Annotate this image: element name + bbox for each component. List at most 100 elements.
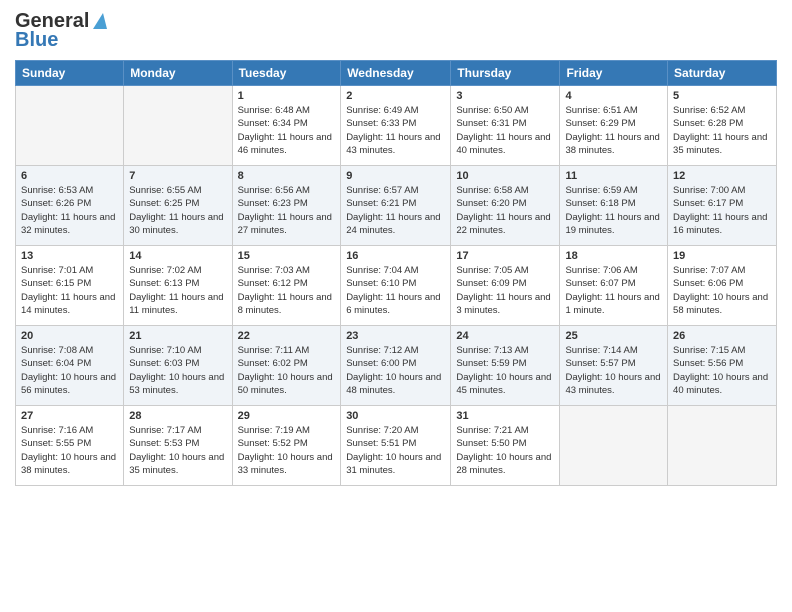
day-number: 20 bbox=[21, 330, 118, 342]
day-cell-14: 14 Sunrise: 7:02 AM Sunset: 6:13 PM Dayli… bbox=[124, 246, 232, 326]
day-info: Sunrise: 7:05 AM Sunset: 6:09 PM Dayligh… bbox=[456, 264, 554, 317]
day-info: Sunrise: 7:12 AM Sunset: 6:00 PM Dayligh… bbox=[346, 344, 445, 397]
day-cell-1: 1Sunrise: 6:48 AM Sunset: 6:34 PM Daylig… bbox=[232, 86, 341, 166]
day-info: Sunrise: 7:01 AM Sunset: 6:15 PM Dayligh… bbox=[21, 264, 118, 317]
day-info: Sunrise: 7:06 AM Sunset: 6:07 PM Dayligh… bbox=[565, 264, 662, 317]
day-number: 18 bbox=[565, 250, 662, 262]
calendar: SundayMondayTuesdayWednesdayThursdayFrid… bbox=[15, 60, 777, 486]
day-cell-25: 25 Sunrise: 7:14 AM Sunset: 5:57 PM Dayli… bbox=[560, 326, 668, 406]
day-cell-23: 23 Sunrise: 7:12 AM Sunset: 6:00 PM Dayli… bbox=[341, 326, 451, 406]
day-number: 27 bbox=[21, 410, 118, 422]
day-info: Sunrise: 7:16 AM Sunset: 5:55 PM Dayligh… bbox=[21, 424, 118, 477]
day-info: Sunrise: 7:17 AM Sunset: 5:53 PM Dayligh… bbox=[129, 424, 226, 477]
day-info: Sunrise: 7:08 AM Sunset: 6:04 PM Dayligh… bbox=[21, 344, 118, 397]
day-number: 25 bbox=[565, 330, 662, 342]
week-row-5: 27 Sunrise: 7:16 AM Sunset: 5:55 PM Dayli… bbox=[16, 406, 777, 486]
page: General Blue SundayMondayTuesdayWednesda… bbox=[0, 0, 792, 612]
day-number: 15 bbox=[238, 250, 336, 262]
day-info: Sunrise: 7:02 AM Sunset: 6:13 PM Dayligh… bbox=[129, 264, 226, 317]
day-cell-12: 12Sunrise: 7:00 AM Sunset: 6:17 PM Dayli… bbox=[668, 166, 777, 246]
day-cell-2: 2Sunrise: 6:49 AM Sunset: 6:33 PM Daylig… bbox=[341, 86, 451, 166]
day-info: Sunrise: 7:13 AM Sunset: 5:59 PM Dayligh… bbox=[456, 344, 554, 397]
day-cell-15: 15 Sunrise: 7:03 AM Sunset: 6:12 PM Dayli… bbox=[232, 246, 341, 326]
day-number: 31 bbox=[456, 410, 554, 422]
weekday-header-sunday: Sunday bbox=[16, 61, 124, 86]
day-info: Sunrise: 6:50 AM Sunset: 6:31 PM Dayligh… bbox=[456, 104, 554, 157]
weekday-header-thursday: Thursday bbox=[451, 61, 560, 86]
empty-cell bbox=[560, 406, 668, 486]
day-info: Sunrise: 6:52 AM Sunset: 6:28 PM Dayligh… bbox=[673, 104, 771, 157]
day-number: 9 bbox=[346, 170, 445, 182]
day-cell-20: 20 Sunrise: 7:08 AM Sunset: 6:04 PM Dayli… bbox=[16, 326, 124, 406]
day-cell-21: 21Sunrise: 7:10 AM Sunset: 6:03 PM Dayli… bbox=[124, 326, 232, 406]
day-cell-26: 26 Sunrise: 7:15 AM Sunset: 5:56 PM Dayli… bbox=[668, 326, 777, 406]
day-cell-11: 11Sunrise: 6:59 AM Sunset: 6:18 PM Dayli… bbox=[560, 166, 668, 246]
day-cell-13: 13 Sunrise: 7:01 AM Sunset: 6:15 PM Dayli… bbox=[16, 246, 124, 326]
day-number: 29 bbox=[238, 410, 336, 422]
empty-cell bbox=[668, 406, 777, 486]
week-row-2: 6 Sunrise: 6:53 AM Sunset: 6:26 PM Daylig… bbox=[16, 166, 777, 246]
day-cell-8: 8Sunrise: 6:56 AM Sunset: 6:23 PM Daylig… bbox=[232, 166, 341, 246]
weekday-header-row: SundayMondayTuesdayWednesdayThursdayFrid… bbox=[16, 61, 777, 86]
day-info: Sunrise: 7:20 AM Sunset: 5:51 PM Dayligh… bbox=[346, 424, 445, 477]
day-number: 22 bbox=[238, 330, 336, 342]
day-info: Sunrise: 7:03 AM Sunset: 6:12 PM Dayligh… bbox=[238, 264, 336, 317]
day-number: 7 bbox=[129, 170, 226, 182]
day-info: Sunrise: 7:04 AM Sunset: 6:10 PM Dayligh… bbox=[346, 264, 445, 317]
day-cell-27: 27 Sunrise: 7:16 AM Sunset: 5:55 PM Dayli… bbox=[16, 406, 124, 486]
day-info: Sunrise: 7:11 AM Sunset: 6:02 PM Dayligh… bbox=[238, 344, 336, 397]
day-number: 23 bbox=[346, 330, 445, 342]
weekday-header-friday: Friday bbox=[560, 61, 668, 86]
day-number: 10 bbox=[456, 170, 554, 182]
header: General Blue bbox=[15, 10, 777, 52]
day-cell-30: 30 Sunrise: 7:20 AM Sunset: 5:51 PM Dayli… bbox=[341, 406, 451, 486]
day-info: Sunrise: 6:51 AM Sunset: 6:29 PM Dayligh… bbox=[565, 104, 662, 157]
weekday-header-monday: Monday bbox=[124, 61, 232, 86]
logo-blue: Blue bbox=[15, 29, 58, 52]
day-number: 24 bbox=[456, 330, 554, 342]
day-number: 11 bbox=[565, 170, 662, 182]
day-info: Sunrise: 7:21 AM Sunset: 5:50 PM Dayligh… bbox=[456, 424, 554, 477]
day-number: 14 bbox=[129, 250, 226, 262]
weekday-header-saturday: Saturday bbox=[668, 61, 777, 86]
day-number: 6 bbox=[21, 170, 118, 182]
empty-cell bbox=[124, 86, 232, 166]
week-row-4: 20 Sunrise: 7:08 AM Sunset: 6:04 PM Dayli… bbox=[16, 326, 777, 406]
day-number: 8 bbox=[238, 170, 336, 182]
day-number: 3 bbox=[456, 90, 554, 102]
day-info: Sunrise: 7:14 AM Sunset: 5:57 PM Dayligh… bbox=[565, 344, 662, 397]
day-cell-19: 19 Sunrise: 7:07 AM Sunset: 6:06 PM Dayli… bbox=[668, 246, 777, 326]
day-cell-6: 6 Sunrise: 6:53 AM Sunset: 6:26 PM Daylig… bbox=[16, 166, 124, 246]
day-number: 13 bbox=[21, 250, 118, 262]
day-info: Sunrise: 6:57 AM Sunset: 6:21 PM Dayligh… bbox=[346, 184, 445, 237]
day-number: 28 bbox=[129, 410, 226, 422]
week-row-1: 1Sunrise: 6:48 AM Sunset: 6:34 PM Daylig… bbox=[16, 86, 777, 166]
day-cell-10: 10Sunrise: 6:58 AM Sunset: 6:20 PM Dayli… bbox=[451, 166, 560, 246]
day-number: 16 bbox=[346, 250, 445, 262]
week-row-3: 13 Sunrise: 7:01 AM Sunset: 6:15 PM Dayli… bbox=[16, 246, 777, 326]
day-number: 5 bbox=[673, 90, 771, 102]
day-number: 21 bbox=[129, 330, 226, 342]
day-number: 19 bbox=[673, 250, 771, 262]
day-info: Sunrise: 7:19 AM Sunset: 5:52 PM Dayligh… bbox=[238, 424, 336, 477]
day-cell-16: 16 Sunrise: 7:04 AM Sunset: 6:10 PM Dayli… bbox=[341, 246, 451, 326]
day-cell-22: 22 Sunrise: 7:11 AM Sunset: 6:02 PM Dayli… bbox=[232, 326, 341, 406]
day-number: 30 bbox=[346, 410, 445, 422]
logo: General Blue bbox=[15, 10, 107, 52]
day-info: Sunrise: 6:49 AM Sunset: 6:33 PM Dayligh… bbox=[346, 104, 445, 157]
day-cell-18: 18 Sunrise: 7:06 AM Sunset: 6:07 PM Dayli… bbox=[560, 246, 668, 326]
day-info: Sunrise: 6:55 AM Sunset: 6:25 PM Dayligh… bbox=[129, 184, 226, 237]
day-info: Sunrise: 6:53 AM Sunset: 6:26 PM Dayligh… bbox=[21, 184, 118, 237]
day-info: Sunrise: 7:15 AM Sunset: 5:56 PM Dayligh… bbox=[673, 344, 771, 397]
day-number: 26 bbox=[673, 330, 771, 342]
day-info: Sunrise: 7:07 AM Sunset: 6:06 PM Dayligh… bbox=[673, 264, 771, 317]
day-cell-28: 28 Sunrise: 7:17 AM Sunset: 5:53 PM Dayli… bbox=[124, 406, 232, 486]
day-cell-4: 4 Sunrise: 6:51 AM Sunset: 6:29 PM Daylig… bbox=[560, 86, 668, 166]
day-cell-5: 5 Sunrise: 6:52 AM Sunset: 6:28 PM Daylig… bbox=[668, 86, 777, 166]
day-number: 4 bbox=[565, 90, 662, 102]
day-cell-9: 9 Sunrise: 6:57 AM Sunset: 6:21 PM Daylig… bbox=[341, 166, 451, 246]
day-cell-17: 17Sunrise: 7:05 AM Sunset: 6:09 PM Dayli… bbox=[451, 246, 560, 326]
day-info: Sunrise: 7:00 AM Sunset: 6:17 PM Dayligh… bbox=[673, 184, 771, 237]
day-info: Sunrise: 6:48 AM Sunset: 6:34 PM Dayligh… bbox=[238, 104, 336, 157]
weekday-header-wednesday: Wednesday bbox=[341, 61, 451, 86]
